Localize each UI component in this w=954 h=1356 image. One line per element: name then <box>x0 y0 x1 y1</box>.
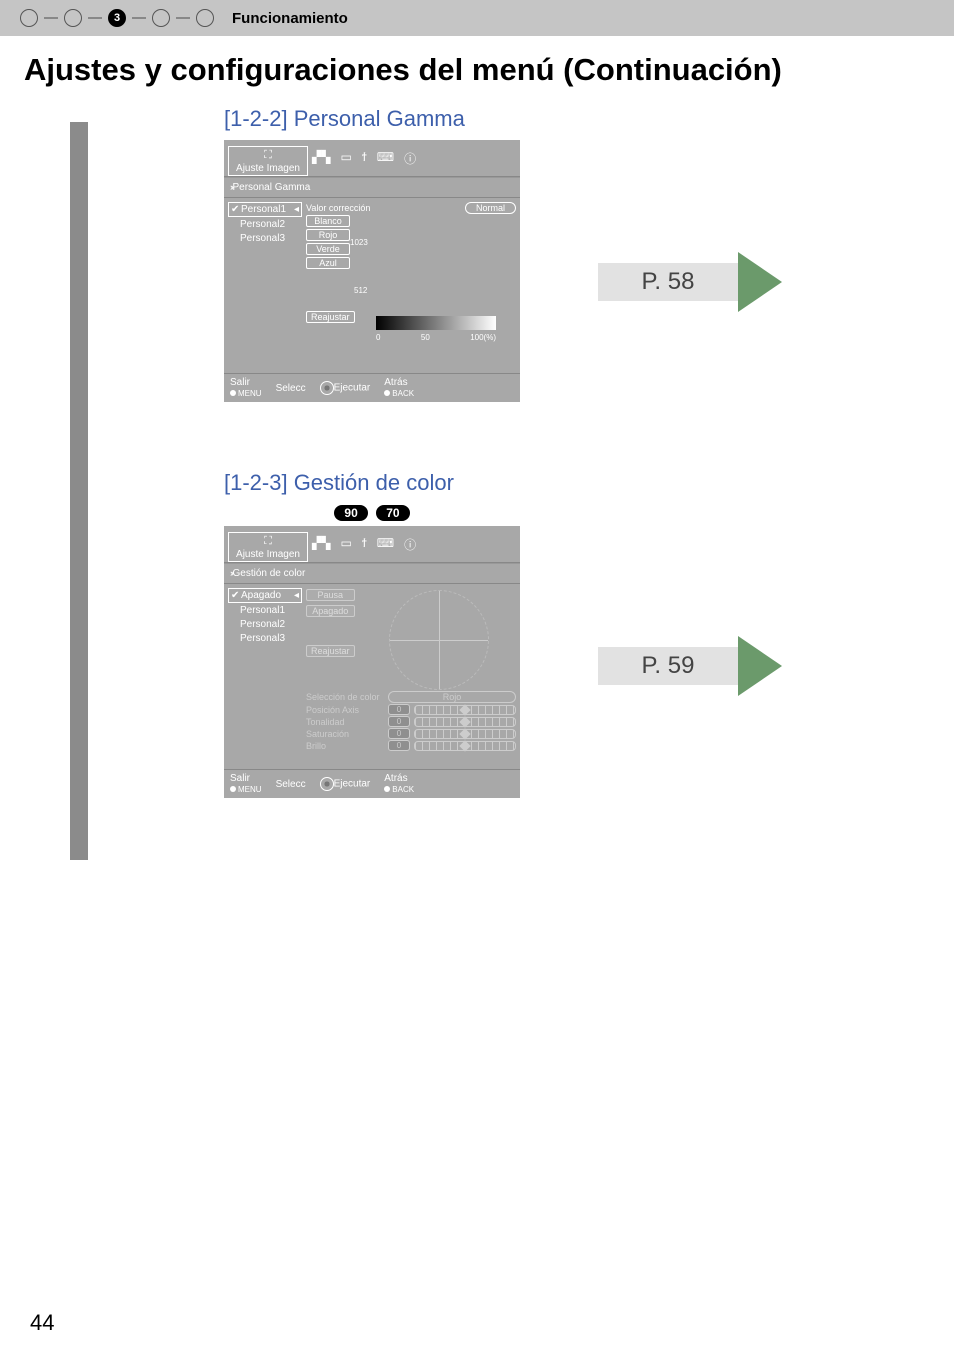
foot-menu: MENU <box>238 785 262 794</box>
install-icon: ϯ <box>362 150 367 176</box>
foot-selecc: Selecc <box>276 383 306 394</box>
value-normal: Normal <box>465 202 516 214</box>
opt-personal3: Personal3 <box>240 233 285 244</box>
tab-ajuste-imagen-2: ⛶ Ajuste Imagen <box>228 532 308 562</box>
gamma-graph: 1023 512 0 50 100(%) <box>376 242 496 342</box>
step-3-active: 3 <box>108 9 126 27</box>
foot-atras: Atrás <box>384 773 407 784</box>
label-seleccion-color: Selección de color <box>306 692 384 702</box>
display-icon: ▭ <box>340 150 351 176</box>
breadcrumb: Personal Gamma <box>233 182 311 193</box>
page-title: Ajustes y configuraciones del menú (Cont… <box>0 36 954 96</box>
page-number: 44 <box>30 1310 54 1336</box>
panel1-title: [1-2-2] Personal Gamma <box>224 106 954 132</box>
function-icon: ⌨ <box>377 536 394 562</box>
foot-ejecutar: Ejecutar <box>334 779 371 790</box>
foot-salir: Salir <box>230 773 250 784</box>
xlabel-0: 0 <box>376 333 380 342</box>
page-ref-arrow-2: P. 59 <box>598 636 782 696</box>
page-ref-2: P. 59 <box>598 647 738 685</box>
step-5 <box>196 9 214 27</box>
btn-azul: Azul <box>306 257 350 269</box>
opt-personal1: Personal1 <box>241 204 286 215</box>
val-axis: 0 <box>388 704 410 715</box>
label-tonalidad: Tonalidad <box>306 717 384 727</box>
page-ref-1: P. 58 <box>598 263 738 301</box>
ylabel-max: 1023 <box>350 238 368 247</box>
foot-back: BACK <box>392 785 414 794</box>
tab-label: Ajuste Imagen <box>236 549 300 560</box>
xlabel-100: 100(%) <box>470 333 496 342</box>
enter-icon <box>320 777 334 791</box>
image-icon: ⛶ <box>229 535 307 549</box>
slider-tonal <box>414 717 516 727</box>
foot-back: BACK <box>392 389 414 398</box>
btn-blanco: Blanco <box>306 215 350 227</box>
btn-rojo: Rojo <box>306 229 350 241</box>
step-nav: 3 <box>20 9 214 27</box>
foot-menu: MENU <box>238 389 262 398</box>
check-icon: ✔ <box>231 204 241 215</box>
slider-bri <box>414 741 516 751</box>
step-2 <box>64 9 82 27</box>
page-ref-arrow-1: P. 58 <box>598 252 782 312</box>
label-correction: Valor corrección <box>306 203 370 213</box>
image-icon: ⛶ <box>229 149 307 163</box>
footer-bar: SalirMENU Selecc Ejecutar AtrásBACK <box>224 373 520 402</box>
menu-screenshot-gamma: ⛶ Ajuste Imagen ▞▚ ▭ ϯ ⌨ ⓘ ›› Personal G… <box>224 140 520 402</box>
foot-salir: Salir <box>230 377 250 388</box>
tab-icons: ▞▚ ▭ ϯ ⌨ ⓘ <box>308 526 420 562</box>
slider-sat <box>414 729 516 739</box>
enter-icon <box>320 381 334 395</box>
btn-reajustar: Reajustar <box>306 311 355 323</box>
setup-icon: ▞▚ <box>312 150 330 176</box>
opt-apagado: Apagado <box>241 590 281 601</box>
display-icon: ▭ <box>340 536 351 562</box>
menu-screenshot-color: ⛶ Ajuste Imagen ▞▚ ▭ ϯ ⌨ ⓘ ›› Gestión de… <box>224 526 520 798</box>
step-4 <box>152 9 170 27</box>
color-wheel <box>389 590 489 690</box>
step-1 <box>20 9 38 27</box>
btn-apagado: Apagado <box>306 605 355 617</box>
val-sat: 0 <box>388 728 410 739</box>
foot-ejecutar: Ejecutar <box>334 383 371 394</box>
info-icon: ⓘ <box>404 536 416 562</box>
badge-70: 70 <box>376 505 409 521</box>
xlabel-50: 50 <box>421 333 430 342</box>
opt-personal2: Personal2 <box>240 619 285 630</box>
arrow-icon <box>738 252 782 312</box>
panel2-title: [1-2-3] Gestión de color <box>224 470 954 496</box>
label-saturacion: Saturación <box>306 729 384 739</box>
foot-atras: Atrás <box>384 377 407 388</box>
label-brillo: Brillo <box>306 741 384 751</box>
label-axis: Posición Axis <box>306 705 384 715</box>
foot-selecc: Selecc <box>276 779 306 790</box>
value-rojo: Rojo <box>388 691 516 703</box>
install-icon: ϯ <box>362 536 367 562</box>
breadcrumb: Gestión de color <box>233 568 306 579</box>
btn-pausa: Pausa <box>306 589 355 601</box>
val-tonal: 0 <box>388 716 410 727</box>
setup-icon: ▞▚ <box>312 536 330 562</box>
opt-personal2: Personal2 <box>240 219 285 230</box>
tab-ajuste-imagen: ⛶ Ajuste Imagen <box>228 146 308 176</box>
function-icon: ⌨ <box>377 150 394 176</box>
tab-icons: ▞▚ ▭ ϯ ⌨ ⓘ <box>308 140 420 176</box>
check-icon: ✔ <box>231 590 241 601</box>
footer-bar: SalirMENU Selecc Ejecutar AtrásBACK <box>224 769 520 798</box>
opt-personal3: Personal3 <box>240 633 285 644</box>
side-accent-bar <box>70 122 88 860</box>
arrow-icon <box>738 636 782 696</box>
badge-90: 90 <box>334 505 367 521</box>
ylabel-mid: 512 <box>354 286 367 295</box>
section-label: Funcionamiento <box>232 10 348 27</box>
info-icon: ⓘ <box>404 150 416 176</box>
tab-label: Ajuste Imagen <box>236 163 300 174</box>
btn-reajustar: Reajustar <box>306 645 355 657</box>
btn-verde: Verde <box>306 243 350 255</box>
opt-personal1: Personal1 <box>240 605 285 616</box>
slider-axis <box>414 705 516 715</box>
top-bar: 3 Funcionamiento <box>0 0 954 36</box>
val-bri: 0 <box>388 740 410 751</box>
